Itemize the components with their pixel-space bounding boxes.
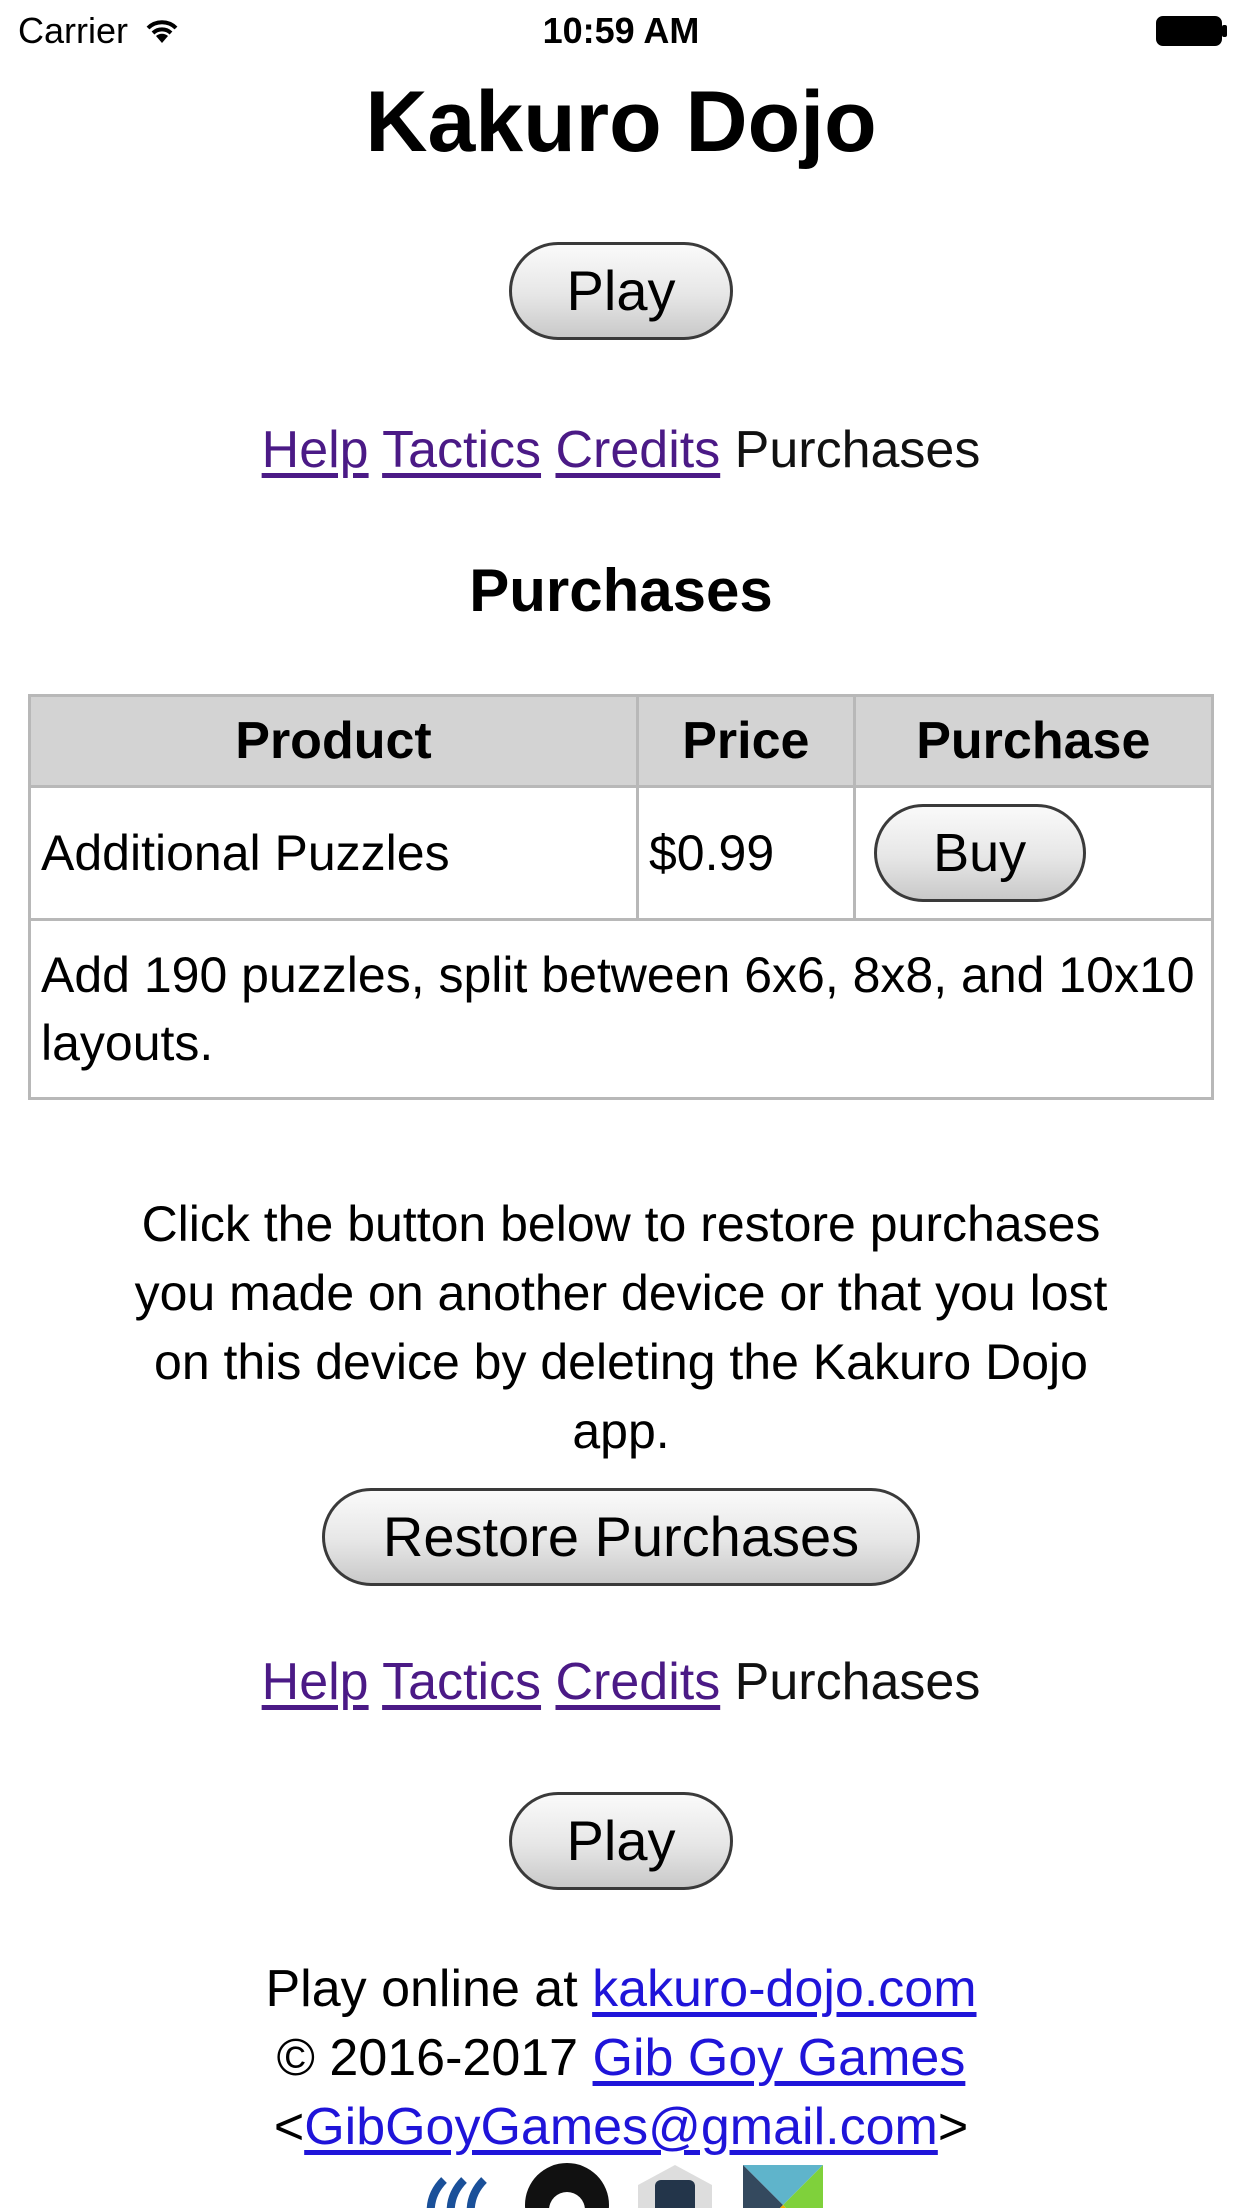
table-row-description: Add 190 puzzles, split between 6x6, 8x8,… xyxy=(28,918,1214,1100)
battery-icon xyxy=(1156,16,1227,46)
email-close-bracket: > xyxy=(937,2098,969,2156)
nav-link-help[interactable]: Help xyxy=(262,421,369,479)
nav-link-tactics[interactable]: Tactics xyxy=(382,1653,541,1711)
section-title: Purchases xyxy=(469,557,773,624)
email-open-bracket: < xyxy=(273,2098,305,2156)
nav-link-help[interactable]: Help xyxy=(262,1653,369,1711)
buy-button[interactable]: Buy xyxy=(873,804,1086,902)
product-name: Additional Puzzles xyxy=(28,785,639,921)
social-icons-row xyxy=(0,2160,1242,2208)
play-online-line: Play online at kakuro-dojo.com xyxy=(0,1955,1242,2024)
status-bar: Carrier 10:59 AM xyxy=(0,0,1242,60)
page-title: Kakuro Dojo xyxy=(365,74,877,170)
product-price: $0.99 xyxy=(636,785,856,921)
play-button-top[interactable]: Play xyxy=(509,242,733,340)
email-line: <GibGoyGames@gmail.com> xyxy=(0,2093,1242,2162)
products-table: Product Price Purchase Additional Puzzle… xyxy=(28,694,1215,1100)
site-link[interactable]: kakuro-dojo.com xyxy=(592,1960,976,2018)
nav-links-top: Help Tactics Credits Purchases xyxy=(0,420,1242,480)
nav-link-credits[interactable]: Credits xyxy=(555,1653,720,1711)
header-price: Price xyxy=(636,694,856,788)
product-description: Add 190 puzzles, split between 6x6, 8x8,… xyxy=(28,918,1214,1100)
company-link[interactable]: Gib Goy Games xyxy=(593,2029,966,2087)
steemit-icon[interactable] xyxy=(414,2160,504,2208)
nav-current-purchases: Purchases xyxy=(734,1653,981,1711)
nav-links-bottom: Help Tactics Credits Purchases xyxy=(0,1652,1242,1712)
play-button-bottom[interactable]: Play xyxy=(509,1792,733,1890)
table-header-row: Product Price Purchase xyxy=(28,694,1215,788)
nav-link-credits[interactable]: Credits xyxy=(555,421,720,479)
copyright-line: © 2016-2017 Gib Goy Games xyxy=(0,2024,1242,2093)
play-online-prefix: Play online at xyxy=(265,1960,593,2018)
purchase-cell: Buy xyxy=(852,785,1215,921)
octocat-robot-icon[interactable] xyxy=(630,2160,720,2208)
header-purchase: Purchase xyxy=(852,694,1215,788)
github-icon[interactable] xyxy=(522,2160,612,2208)
elm-icon[interactable] xyxy=(738,2160,828,2208)
copyright-prefix: © 2016-2017 xyxy=(276,2029,593,2087)
email-link[interactable]: GibGoyGames@gmail.com xyxy=(304,2098,938,2156)
header-product: Product xyxy=(28,694,639,788)
nav-current-purchases: Purchases xyxy=(734,421,981,479)
status-time: 10:59 AM xyxy=(542,10,700,51)
restore-instructions: Click the button below to restore purcha… xyxy=(134,1196,1108,1459)
nav-link-tactics[interactable]: Tactics xyxy=(382,421,541,479)
table-row: Additional Puzzles $0.99 Buy xyxy=(28,785,1215,921)
footer: Play online at kakuro-dojo.com © 2016-20… xyxy=(0,1955,1242,2162)
restore-purchases-button[interactable]: Restore Purchases xyxy=(322,1488,920,1586)
